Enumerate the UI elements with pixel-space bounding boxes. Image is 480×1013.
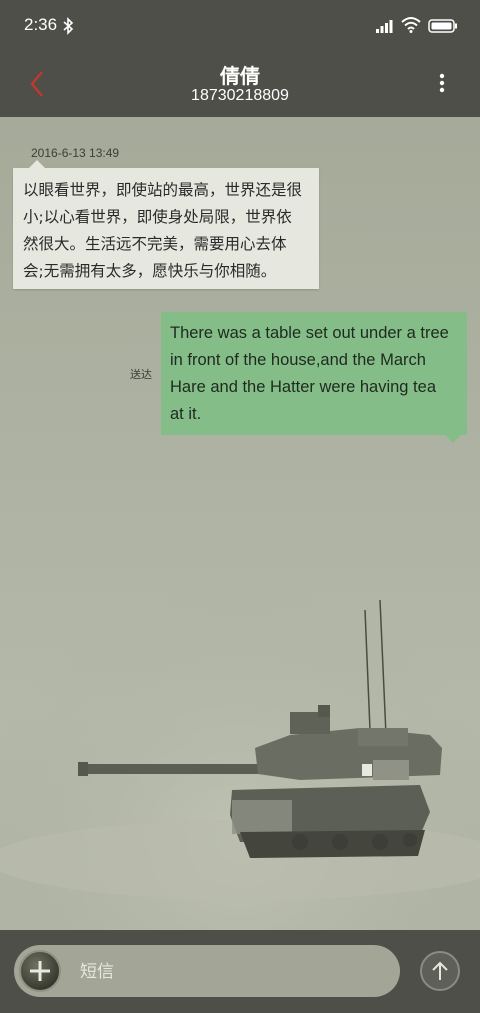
incoming-message-bubble[interactable]: 以眼看世界，即使站的最高，世界还是很 小;以心看世界，即使身处局限，世界依 然很… xyxy=(13,160,319,289)
message-text-line: Hare and the Hatter were having tea xyxy=(170,378,436,396)
conversation-header: 倩倩 18730218809 xyxy=(0,52,480,117)
outgoing-message-bubble[interactable]: There was a table set out under a tree i… xyxy=(161,312,467,443)
message-input[interactable] xyxy=(78,955,382,989)
compose-bar xyxy=(0,930,480,1013)
more-vertical-icon xyxy=(439,73,445,93)
plus-icon xyxy=(30,961,50,981)
message-text-line: in front of the house,and the March xyxy=(170,351,426,369)
message-text-line: 然很大。生活远不完美，需要用心去体 xyxy=(23,235,287,253)
contact-name: 倩倩 xyxy=(220,64,260,88)
signal-icon xyxy=(376,20,393,33)
bluetooth-icon xyxy=(63,17,74,35)
message-text-line: 小;以心看世界，即使身处局限，世界依 xyxy=(23,208,292,226)
message-text-line: at it. xyxy=(170,405,202,423)
message-timestamp: 2016-6-13 13:49 xyxy=(31,146,120,160)
status-time: 2:36 xyxy=(24,15,58,34)
compose-field xyxy=(14,945,400,997)
more-options-button[interactable] xyxy=(430,70,454,98)
send-button[interactable] xyxy=(420,951,460,991)
attach-button[interactable] xyxy=(19,950,61,992)
arrow-up-icon xyxy=(432,961,448,980)
delivery-status: 送达 xyxy=(130,368,152,381)
status-bar: 2:36 xyxy=(0,0,480,52)
wifi-icon xyxy=(401,17,421,33)
message-text-line: There was a table set out under a tree xyxy=(170,324,449,342)
message-text-line: 以眼看世界，即使站的最高，世界还是很 xyxy=(23,181,303,199)
message-text-line: 会;无需拥有太多，愿快乐与你相随。 xyxy=(23,262,277,280)
battery-icon xyxy=(428,19,457,33)
contact-number: 18730218809 xyxy=(191,87,289,104)
